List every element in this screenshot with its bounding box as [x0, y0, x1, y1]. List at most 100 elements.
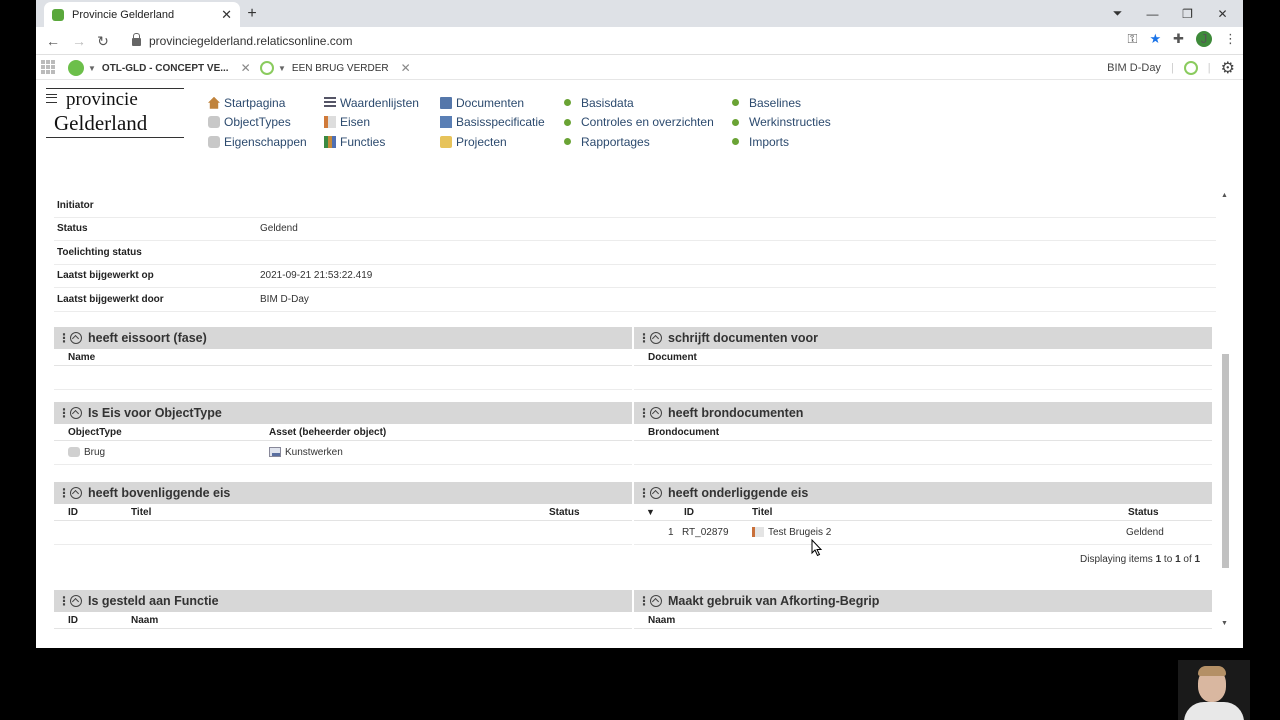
forward-icon[interactable]: →	[70, 32, 88, 50]
requirement-title-link[interactable]: Test Brugeis 2	[768, 527, 831, 538]
extensions-icon[interactable]: ✚	[1173, 31, 1184, 47]
back-icon[interactable]: ←	[44, 32, 62, 50]
apps-grid-icon[interactable]	[41, 60, 55, 74]
collapse-icon[interactable]	[70, 407, 82, 419]
drag-handle-icon[interactable]: ⋮	[58, 594, 70, 608]
gear-icon[interactable]: ⚙	[1221, 58, 1235, 78]
dropdown-icon[interactable]: ▼	[278, 64, 286, 73]
drag-handle-icon[interactable]: ⋮	[638, 486, 650, 500]
requirement-id[interactable]: RT_02879	[682, 527, 729, 538]
collapse-icon[interactable]	[650, 332, 662, 344]
profile-avatar[interactable]: J	[1196, 31, 1212, 47]
empty-row	[634, 441, 1212, 465]
column-header[interactable]: Naam	[648, 615, 675, 626]
nav-imports[interactable]: Imports	[730, 132, 831, 152]
collapse-icon[interactable]	[70, 595, 82, 607]
empty-row	[634, 366, 1212, 390]
drag-handle-icon[interactable]: ⋮	[638, 406, 650, 420]
nav-column-2: Waardenlijsten Eisen Functies	[324, 93, 419, 152]
column-header[interactable]: Status	[549, 507, 580, 518]
close-app-tab-icon[interactable]: ✕	[401, 61, 411, 75]
table-row[interactable]: Brug Kunstwerken	[54, 441, 632, 465]
table-row[interactable]: 1 RT_02879 Test Brugeis 2 Geldend	[634, 521, 1212, 545]
app-tab-otl[interactable]: ▼ OTL-GLD - CONCEPT VE... ✕	[68, 58, 251, 78]
dropdown-icon[interactable]: ▼	[88, 64, 96, 73]
drag-handle-icon[interactable]: ⋮	[58, 331, 70, 345]
menu-icon[interactable]	[46, 94, 57, 103]
key-icon[interactable]: ⚿	[1128, 31, 1138, 47]
url-text: provinciegelderland.relaticsonline.com	[149, 34, 353, 48]
close-window-icon[interactable]: ✕	[1205, 7, 1240, 21]
drag-handle-icon[interactable]: ⋮	[58, 406, 70, 420]
nav-objecttypes[interactable]: ObjectTypes	[208, 113, 307, 133]
bookmark-star-icon[interactable]: ★	[1149, 31, 1161, 47]
nav-controles[interactable]: Controles en overzichten	[562, 113, 714, 133]
tab-search-icon[interactable]: ⏷	[1100, 6, 1135, 21]
new-tab-button[interactable]: +	[242, 4, 262, 24]
column-header[interactable]: Titel	[752, 507, 772, 518]
collapse-icon[interactable]	[70, 487, 82, 499]
workspace-logo-icon	[260, 61, 274, 75]
asset-link[interactable]: Kunstwerken	[285, 447, 343, 458]
column-header[interactable]: ID	[684, 507, 694, 518]
nav-documenten[interactable]: Documenten	[440, 93, 545, 113]
url-field[interactable]: provinciegelderland.relaticsonline.com	[132, 32, 352, 50]
drag-handle-icon[interactable]: ⋮	[638, 331, 650, 345]
panel-title: heeft eissoort (fase)	[88, 331, 207, 345]
column-header[interactable]: Titel	[131, 507, 151, 518]
column-header[interactable]: Naam	[131, 615, 158, 626]
nav-functies[interactable]: Functies	[324, 132, 419, 152]
workspace-switch-icon[interactable]	[1183, 61, 1198, 75]
nav-startpagina[interactable]: Startpagina	[208, 93, 307, 113]
column-header[interactable]: Document	[648, 352, 697, 363]
scroll-up-icon[interactable]: ▲	[1221, 192, 1228, 199]
nav-eisen[interactable]: Eisen	[324, 113, 419, 133]
nav-waardenlijsten[interactable]: Waardenlijsten	[324, 93, 419, 113]
notepad-icon	[440, 116, 452, 129]
nav-basisdata[interactable]: Basisdata	[562, 93, 714, 113]
nav-baselines[interactable]: Baselines	[730, 93, 831, 113]
column-header[interactable]: Name	[68, 352, 95, 363]
column-header[interactable]: ObjectType	[68, 427, 122, 438]
column-header[interactable]: Brondocument	[648, 427, 719, 438]
collapse-icon[interactable]	[70, 332, 82, 344]
reload-icon[interactable]: ↻	[94, 32, 112, 50]
collapse-icon[interactable]	[650, 487, 662, 499]
column-header[interactable]: ID	[68, 507, 78, 518]
close-tab-icon[interactable]: ✕	[221, 7, 232, 23]
content-scrollbar[interactable]: ▲ ▼	[1219, 192, 1231, 632]
nav-werkinstructies[interactable]: Werkinstructies	[730, 113, 831, 133]
list-icon	[324, 96, 336, 109]
bullet-icon	[564, 99, 571, 107]
objecttype-link[interactable]: Brug	[84, 447, 105, 458]
column-header[interactable]: Asset (beheerder object)	[269, 427, 386, 438]
browser-tab[interactable]: Provincie Gelderland ✕	[44, 2, 240, 27]
drag-handle-icon[interactable]: ⋮	[58, 486, 70, 500]
column-header[interactable]: ID	[68, 615, 78, 626]
scroll-down-icon[interactable]: ▼	[1221, 620, 1228, 627]
nav-projecten[interactable]: Projecten	[440, 132, 545, 152]
app-tab-brug[interactable]: ▼ EEN BRUG VERDER ✕	[260, 58, 411, 78]
cube-icon	[208, 135, 220, 148]
restore-icon[interactable]: ❐	[1170, 7, 1205, 21]
sort-toggle-icon[interactable]: ▼	[646, 507, 655, 517]
user-name[interactable]: BIM D-Day	[1107, 62, 1161, 74]
brand-logo[interactable]: provincie Gelderland	[46, 88, 184, 138]
nav-basisspecificatie[interactable]: Basisspecificatie	[440, 113, 545, 133]
panel-title: Is Eis voor ObjectType	[88, 406, 222, 420]
panel-functie: ⋮ Is gesteld aan Functie ID Naam	[54, 590, 632, 629]
collapse-icon[interactable]	[650, 595, 662, 607]
minimize-icon[interactable]: —	[1135, 7, 1170, 21]
column-header[interactable]: Status	[1128, 507, 1159, 518]
collapse-icon[interactable]	[650, 407, 662, 419]
drag-handle-icon[interactable]: ⋮	[638, 594, 650, 608]
nav-rapportages[interactable]: Rapportages	[562, 132, 714, 152]
browser-menu-icon[interactable]: ⋮	[1224, 31, 1237, 47]
scroll-thumb[interactable]	[1222, 354, 1229, 568]
panel-onderliggende-eis: ⋮ heeft onderliggende eis ▼ ID Titel Stat…	[634, 482, 1212, 545]
close-app-tab-icon[interactable]: ✕	[241, 61, 251, 75]
mouse-cursor-icon	[811, 539, 823, 557]
tab-strip: Provincie Gelderland ✕ + ⏷ — ❐ ✕	[36, 0, 1243, 27]
nav-eigenschappen[interactable]: Eigenschappen	[208, 132, 307, 152]
site-favicon-icon	[52, 8, 64, 21]
